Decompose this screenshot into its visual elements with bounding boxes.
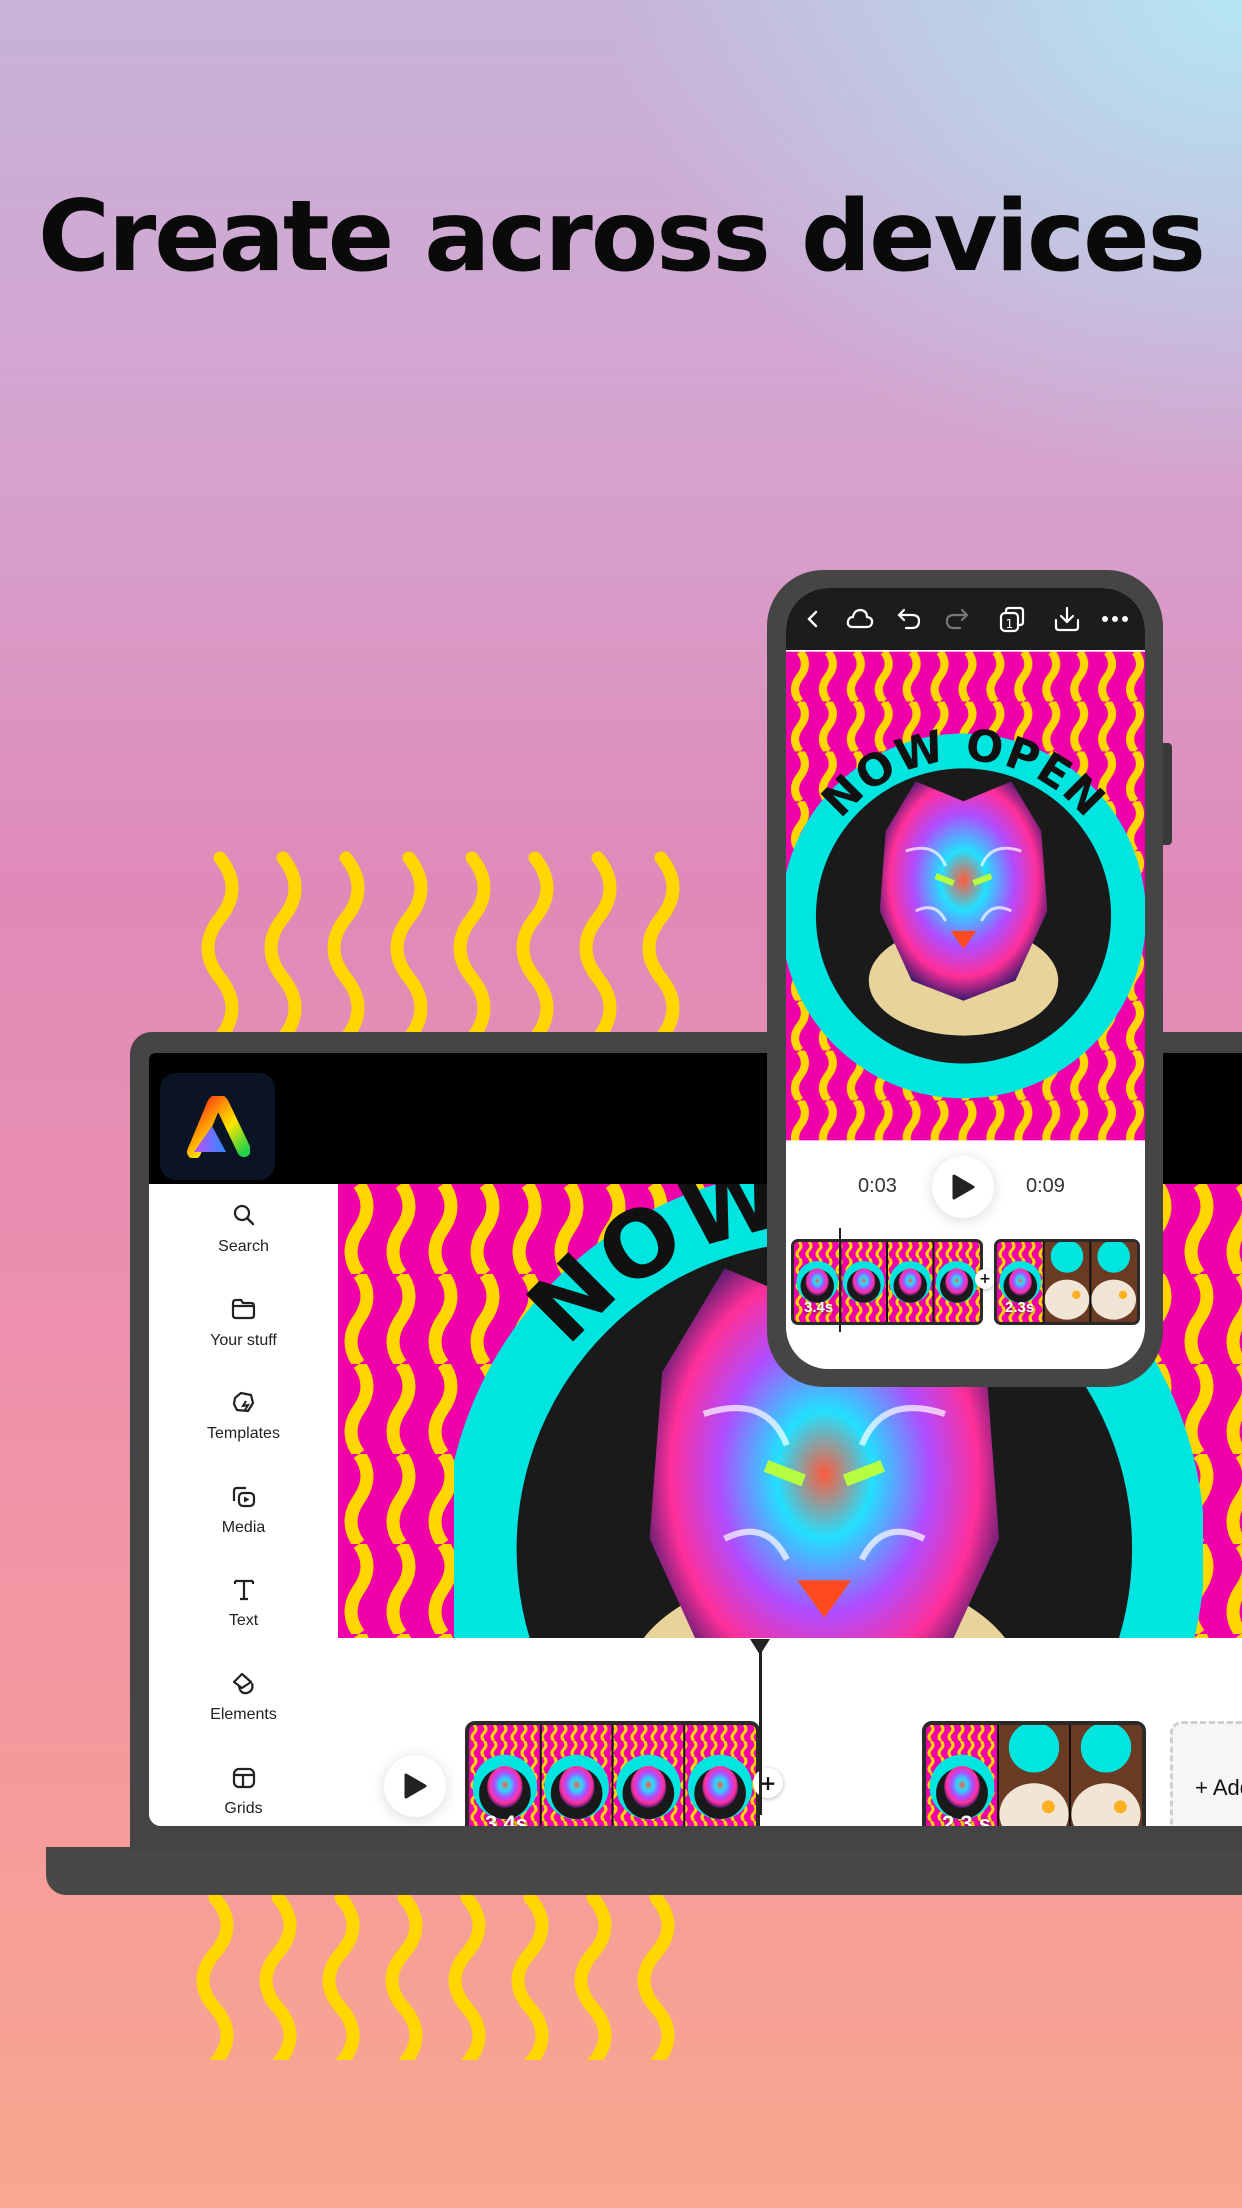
- sidebar-item-templates[interactable]: Templates: [149, 1389, 338, 1443]
- squiggle: [448, 1891, 486, 2060]
- laptop-base: [46, 1847, 1242, 1895]
- insert-scene-button[interactable]: +: [975, 1269, 995, 1289]
- squiggle: [385, 1891, 423, 2060]
- play-button[interactable]: [384, 1755, 446, 1817]
- cloud-icon[interactable]: [845, 604, 875, 634]
- add-scene-button[interactable]: + Add scene: [1170, 1721, 1242, 1826]
- sidebar-item-label: Templates: [207, 1425, 280, 1443]
- artwork: NOW OPEN: [786, 651, 1145, 1141]
- phone-canvas[interactable]: NOW OPEN: [786, 650, 1145, 1142]
- squiggle: [327, 851, 365, 1045]
- squiggle: [264, 851, 302, 1045]
- grids-icon: [232, 1767, 255, 1788]
- current-time: 0:03: [858, 1175, 897, 1197]
- adobe-express-logo[interactable]: [160, 1073, 275, 1180]
- sidebar-item-search[interactable]: Search: [149, 1202, 338, 1256]
- sidebar-item-elements[interactable]: Elements: [149, 1670, 338, 1724]
- squiggle: [322, 1891, 360, 2060]
- sidebar-item-media[interactable]: Media: [149, 1483, 338, 1537]
- squiggle: [637, 1891, 675, 2060]
- scene-clip-2[interactable]: 2.3 s: [922, 1721, 1146, 1826]
- undo-icon[interactable]: [894, 604, 924, 634]
- squiggle: [574, 1891, 612, 2060]
- chevron-left-icon[interactable]: [798, 604, 828, 634]
- sidebar-item-your-stuff[interactable]: Your stuff: [149, 1296, 338, 1350]
- text-icon: [233, 1580, 254, 1601]
- decorative-squiggles-top: [201, 851, 680, 1045]
- svg-text:1: 1: [1006, 617, 1014, 631]
- phone-screen: 1 NOW OPEN 0:03 0:09 3.4s + 2.3s: [786, 588, 1145, 1369]
- promo-screen: Create across devices Search Your stuff Te…: [0, 0, 1242, 2208]
- templates-icon: [232, 1392, 254, 1413]
- play-icon: [952, 1174, 975, 1200]
- squiggle: [390, 851, 428, 1045]
- elements-icon: [232, 1672, 254, 1695]
- phone: 1 NOW OPEN 0:03 0:09 3.4s + 2.3s: [767, 570, 1163, 1387]
- phone-toolbar: 1: [786, 588, 1145, 650]
- playhead[interactable]: [759, 1640, 762, 1815]
- squiggle: [642, 851, 680, 1045]
- playhead-handle-icon[interactable]: [749, 1638, 771, 1656]
- total-time: 0:09: [1026, 1175, 1065, 1197]
- sidebar-item-text[interactable]: Text: [149, 1576, 338, 1630]
- sidebar-item-label: Elements: [210, 1706, 277, 1723]
- decorative-squiggles-bottom: [196, 1891, 675, 2060]
- media-icon: [232, 1486, 255, 1507]
- squiggle: [579, 851, 617, 1045]
- sidebar-item-label: Search: [218, 1238, 269, 1255]
- scene-duration: 2.3s: [1005, 1299, 1035, 1316]
- sidebar-item-label: Your stuff: [210, 1331, 277, 1349]
- scene-clip-1[interactable]: 3.4s: [465, 1721, 760, 1826]
- squiggle: [453, 851, 491, 1045]
- scene-clip-2[interactable]: 2.3s: [994, 1239, 1140, 1325]
- pages-icon[interactable]: 1: [997, 604, 1027, 634]
- headline: Create across devices: [38, 180, 1206, 294]
- logo-icon: [186, 1095, 250, 1158]
- squiggle: [201, 851, 239, 1045]
- sidebar-item-label: Text: [228, 1612, 259, 1630]
- scene-duration: 2.3 s: [942, 1811, 991, 1826]
- more-icon[interactable]: [1100, 604, 1130, 634]
- sidebar-item-label: Media: [221, 1518, 266, 1536]
- sidebar-item-label: Grids: [224, 1799, 263, 1817]
- folder-icon: [231, 1298, 255, 1319]
- redo-icon[interactable]: [942, 604, 972, 634]
- timeline: 3.4s + 2.3 s + Add scene: [338, 1638, 1242, 1826]
- play-icon: [404, 1773, 427, 1799]
- sidebar: Search Your stuff Templates Media Text Elemen…: [149, 1184, 338, 1826]
- scene-duration: 3.4s: [804, 1299, 834, 1316]
- search-icon: [233, 1204, 254, 1226]
- squiggle: [516, 851, 554, 1045]
- squiggle: [259, 1891, 297, 2060]
- scene-duration: 3.4s: [485, 1811, 528, 1826]
- download-icon[interactable]: [1052, 604, 1082, 634]
- phone-side-button: [1163, 743, 1172, 845]
- play-button[interactable]: [932, 1156, 994, 1218]
- squiggle: [511, 1891, 549, 2060]
- squiggle: [196, 1891, 234, 2060]
- insert-scene-button[interactable]: +: [753, 1768, 783, 1798]
- scene-clip-1[interactable]: 3.4s: [791, 1239, 983, 1325]
- playhead[interactable]: [839, 1228, 841, 1332]
- sidebar-item-grids[interactable]: Grids: [149, 1764, 338, 1818]
